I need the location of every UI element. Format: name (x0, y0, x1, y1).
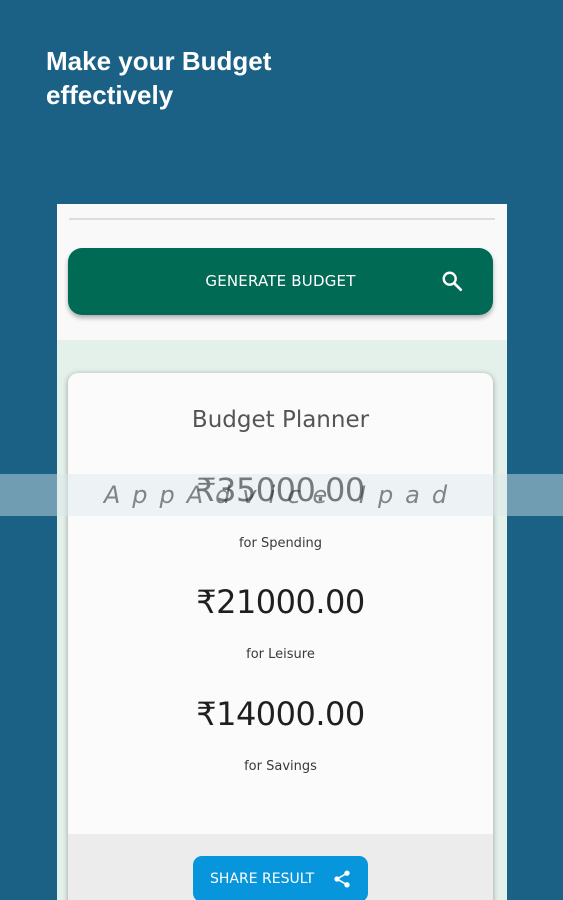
savings-amount: ₹14000.00 (196, 695, 365, 733)
savings-label: for Savings (244, 759, 317, 774)
share-result-button[interactable]: SHARE RESULT (193, 856, 368, 900)
share-icon (334, 870, 350, 888)
share-result-label: SHARE RESULT (210, 871, 315, 887)
divider (69, 218, 495, 220)
app-screen: GENERATE BUDGET Budget Planner ₹35000.00… (57, 204, 507, 900)
budget-card: Budget Planner ₹35000.00 for Spending ₹2… (68, 373, 493, 900)
promo-headline: Make your Budget effectively (46, 46, 272, 110)
leisure-label: for Leisure (246, 647, 315, 662)
watermark-band: AppAdvice Ipad (0, 474, 563, 516)
generate-budget-label: GENERATE BUDGET (205, 272, 356, 290)
card-title: Budget Planner (191, 407, 370, 433)
leisure-amount: ₹21000.00 (196, 583, 365, 621)
watermark-text: AppAdvice Ipad (103, 481, 460, 509)
spending-label: for Spending (238, 536, 323, 551)
search-icon[interactable] (441, 270, 463, 292)
generate-budget-button[interactable]: GENERATE BUDGET (68, 248, 493, 315)
